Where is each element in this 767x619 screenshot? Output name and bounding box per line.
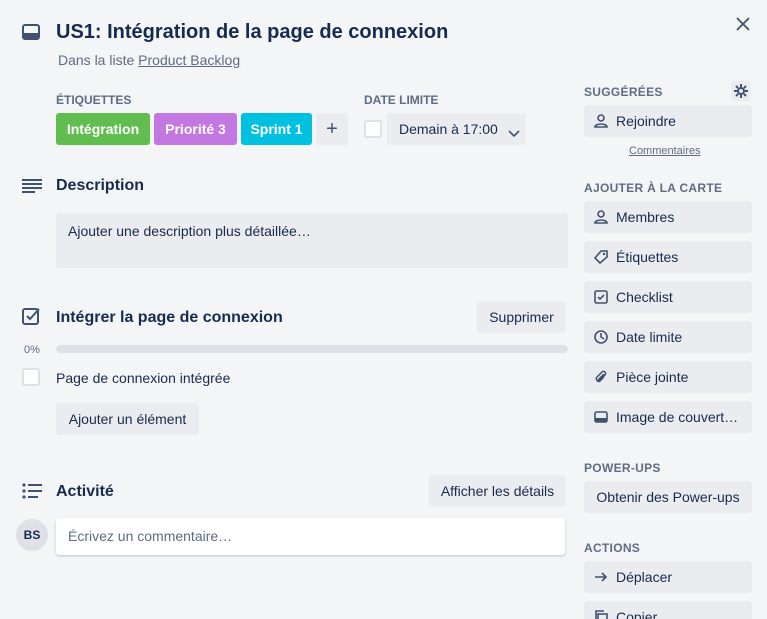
attachment-button[interactable]: Pièce jointe <box>584 361 752 393</box>
labels-button[interactable]: Étiquettes <box>584 241 752 273</box>
members-label: Membres <box>616 209 675 225</box>
checklist-item-text[interactable]: Page de connexion intégrée <box>56 370 230 386</box>
due-date-button[interactable]: Demain à 17:00 <box>387 113 526 145</box>
description-title: Description <box>56 177 145 194</box>
checklist-label: Checklist <box>616 289 673 305</box>
close-icon[interactable] <box>736 17 750 31</box>
add-checklist-item-button[interactable]: Ajouter un élément <box>56 403 199 435</box>
person-icon <box>594 114 608 128</box>
copy-button[interactable]: Copier <box>584 601 752 619</box>
chevron-down-icon <box>508 125 520 138</box>
activity-icon <box>22 483 42 499</box>
card-icon <box>22 24 40 40</box>
move-button[interactable]: Déplacer <box>584 561 752 593</box>
description-placeholder: Ajouter une description plus détaillée… <box>68 223 311 239</box>
comment-placeholder: Écrivez un commentaire… <box>68 528 233 544</box>
join-button[interactable]: Rejoindre <box>584 105 752 137</box>
members-button[interactable]: Membres <box>584 201 752 233</box>
show-details-button[interactable]: Afficher les détails <box>429 475 566 507</box>
copy-label: Copier <box>616 609 658 619</box>
suggested-heading: SUGGÉRÉES <box>584 85 663 99</box>
cover-label: Image de couvert… <box>616 409 739 425</box>
person-icon <box>594 210 608 224</box>
move-label: Déplacer <box>616 569 673 585</box>
list-prefix: Dans la liste <box>58 52 135 68</box>
due-date-sidebar-button[interactable]: Date limite <box>584 321 752 353</box>
attachment-label: Pièce jointe <box>616 369 689 385</box>
list-link[interactable]: Product Backlog <box>138 52 240 68</box>
comment-input[interactable]: Écrivez un commentaire… <box>56 518 565 555</box>
get-powerups-label: Obtenir des Power-ups <box>596 489 740 505</box>
tag-icon <box>593 250 608 265</box>
cover-icon <box>594 410 608 424</box>
due-heading: DATE LIMITE <box>364 93 439 107</box>
checklist-title[interactable]: Intégrer la page de connexion <box>56 309 283 327</box>
label-sprint[interactable]: Sprint 1 <box>241 113 312 145</box>
labels-label: Étiquettes <box>616 249 679 265</box>
due-date-sidebar-label: Date limite <box>616 329 683 345</box>
checklist-item-checkbox[interactable] <box>22 368 40 386</box>
description-box[interactable]: Ajouter une description plus détaillée… <box>56 213 568 268</box>
get-powerups-button[interactable]: Obtenir des Power-ups <box>584 481 752 513</box>
gear-icon[interactable] <box>731 81 751 101</box>
card-list-info: Dans la liste Product Backlog <box>58 52 240 68</box>
label-integration[interactable]: Intégration <box>56 113 150 145</box>
avatar[interactable]: BS <box>16 519 48 551</box>
arrow-right-icon <box>594 570 608 584</box>
actions-heading: ACTIONS <box>584 541 641 555</box>
delete-checklist-button[interactable]: Supprimer <box>477 301 566 333</box>
add-label-button[interactable]: + <box>316 113 348 145</box>
label-priorite[interactable]: Priorité 3 <box>154 113 237 145</box>
activity-title: Activité <box>56 483 114 500</box>
cover-button[interactable]: Image de couvert… <box>584 401 752 433</box>
comments-link[interactable]: Commentaires <box>629 145 701 157</box>
checklist-icon <box>22 307 40 325</box>
due-checkbox[interactable] <box>364 120 382 138</box>
description-icon <box>22 178 42 194</box>
due-date-value: Demain à 17:00 <box>399 121 498 137</box>
checklist-icon <box>594 290 608 304</box>
clock-icon <box>594 330 608 344</box>
checklist-button[interactable]: Checklist <box>584 281 752 313</box>
join-label: Rejoindre <box>616 113 676 129</box>
card-title[interactable]: US1: Intégration de la page de connexion <box>56 21 448 44</box>
add-to-card-heading: AJOUTER À LA CARTE <box>584 181 723 195</box>
paperclip-icon <box>594 370 608 384</box>
progress-bar <box>56 345 568 353</box>
copy-icon <box>594 610 608 619</box>
progress-percent: 0% <box>24 344 40 356</box>
powerups-heading: POWER-UPS <box>584 461 661 475</box>
labels-heading: ÉTIQUETTES <box>56 93 132 107</box>
